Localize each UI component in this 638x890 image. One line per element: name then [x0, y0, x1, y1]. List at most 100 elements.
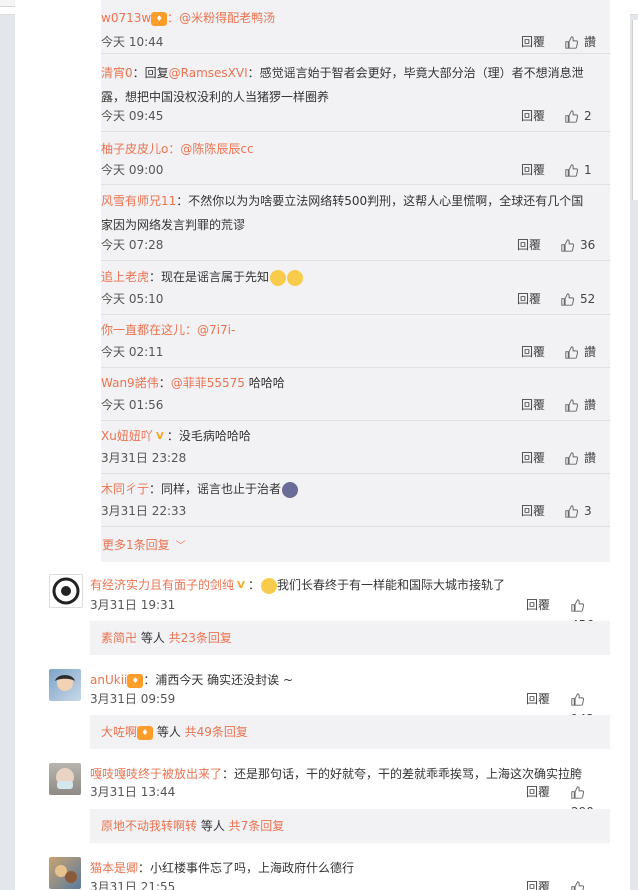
reply-meta: 今天 10:44 回覆 讚 — [101, 32, 611, 52]
summary-mid: 等人 — [137, 631, 169, 645]
divider — [101, 526, 610, 527]
reply-content: ：现在是谣言属于先知 — [149, 270, 270, 284]
reply-text: 柚子皮皮儿o：@陈陈辰辰cc — [101, 137, 611, 161]
like-button[interactable]: 讚 — [565, 395, 596, 415]
reply-button[interactable]: 回覆 — [526, 689, 550, 709]
reply-content: ：@米粉得配老鸭汤 — [167, 11, 276, 25]
more-replies-link[interactable]: 更多1条回复 ﹀ — [102, 535, 186, 557]
reply-content: ：@陈陈辰辰cc — [168, 142, 254, 156]
thumb-up-icon — [571, 786, 584, 799]
like-button[interactable]: 3 — [565, 501, 592, 521]
reply-button[interactable]: 回覆 — [517, 235, 541, 255]
reply-button[interactable]: 回覆 — [521, 106, 545, 126]
avatar-image — [55, 675, 75, 691]
like-count: 36 — [580, 238, 596, 252]
summary-count[interactable]: 共7条回复 — [229, 819, 285, 833]
reply-button[interactable]: 回覆 — [521, 501, 545, 521]
avatar[interactable] — [49, 763, 81, 795]
reply-meta: 今天 07:28 回覆 36 — [101, 235, 611, 255]
reply-summary[interactable]: 大咗啊 ♦ 等人 共49条回复 — [90, 715, 610, 749]
reply-item: 风雪有师兄11：不然你以为为啥要立法网络转500判刑，这帮人心里慌啊，全球还有几… — [101, 189, 611, 252]
avatar[interactable] — [49, 574, 83, 608]
comment-card: w0713w ♦ ：@米粉得配老鸭汤 今天 10:44 回覆 讚 清宵0：回复@Ra… — [15, 0, 630, 890]
reply-content: ：没毛病哈哈哈 — [166, 429, 251, 443]
reply-button[interactable]: 回覆 — [526, 595, 550, 615]
summary-mid: 等人 — [153, 725, 185, 739]
reply-text: 追上老虎：现在是谣言属于先知 — [101, 265, 611, 289]
reply-button[interactable]: 回覆 — [526, 877, 550, 890]
reply-username[interactable]: 木同ㄔ亍 — [101, 482, 149, 496]
like-button[interactable]: 1 — [565, 160, 592, 180]
reply-text: 你一直都在这儿：@7i7i- — [101, 318, 611, 342]
reply-meta: 今天 09:45 回覆 2 — [101, 106, 611, 126]
avatar[interactable] — [49, 669, 81, 701]
mention-link[interactable]: @菲菲55575 — [171, 376, 245, 390]
reply-username[interactable]: Xu妞妞吖 — [101, 429, 153, 443]
divider — [101, 53, 610, 54]
comment-meta: 3月31日 13:44 回覆 290 — [90, 782, 609, 819]
reply-item: Wan9諾伟：@菲菲55575 哈哈哈 今天 01:56 回覆 讚 — [101, 371, 611, 412]
avatar[interactable] — [49, 857, 81, 889]
summary-count[interactable]: 共23条回复 — [169, 631, 232, 645]
reply-username[interactable]: w0713w — [101, 11, 151, 25]
comment-username[interactable]: 嘎吱嘎吱终于被放出来了 — [90, 767, 222, 781]
divider — [101, 367, 610, 368]
reply-time: 3月31日 22:33 — [101, 504, 187, 518]
like-button[interactable]: 36 — [561, 235, 595, 255]
mention-link[interactable]: @RamsesXVI — [169, 66, 248, 80]
reply-time: 今天 01:56 — [101, 398, 164, 412]
reply-summary[interactable]: 素简卍 等人 共23条回复 — [90, 621, 610, 655]
reply-username[interactable]: 追上老虎 — [101, 270, 149, 284]
like-button[interactable]: 讚 — [565, 342, 596, 362]
thumb-up-icon — [565, 452, 578, 465]
reply-button[interactable]: 回覆 — [521, 32, 545, 52]
comment-meta: 3月31日 09:59 回覆 143 — [90, 689, 609, 726]
like-button[interactable]: 讚 — [565, 448, 596, 468]
reply-time: 今天 02:11 — [101, 345, 164, 359]
thumb-up-icon — [571, 693, 584, 706]
like-button[interactable]: 讚 — [565, 32, 596, 52]
divider — [101, 420, 610, 421]
avatar-image — [56, 768, 74, 789]
like-count: 讚 — [584, 345, 597, 359]
reply-username[interactable]: 风雪有师兄11 — [101, 194, 176, 208]
reply-summary-text: 大咗啊 ♦ 等人 共49条回复 — [101, 715, 248, 749]
reply-username[interactable]: Wan9諾伟 — [101, 376, 159, 390]
thumb-up-icon — [571, 881, 584, 890]
comment-username[interactable]: 猫本是卿 — [90, 861, 138, 875]
reply-button[interactable]: 回覆 — [521, 342, 545, 362]
like-button[interactable]: 250 — [571, 877, 609, 890]
thumb-up-icon — [561, 293, 574, 306]
divider — [101, 131, 610, 132]
summary-user[interactable]: 大咗啊 — [101, 725, 137, 739]
like-count: 讚 — [584, 35, 597, 49]
comment-text: anUkii ♦ ：浦西今天 确实还没封诶 ~ — [90, 669, 293, 691]
thumb-up-icon — [565, 36, 578, 49]
reply-username[interactable]: 你一直都在这儿 — [101, 323, 185, 337]
divider — [101, 260, 610, 261]
reply-button[interactable]: 回覆 — [521, 395, 545, 415]
reply-summary[interactable]: 原地不动我转啊转 等人 共7条回复 — [90, 809, 610, 843]
reply-time: 3月31日 23:28 — [101, 451, 187, 465]
like-count: 2 — [584, 109, 592, 123]
reply-username[interactable]: 清宵0 — [101, 66, 133, 80]
thumb-up-icon — [565, 346, 578, 359]
like-button[interactable]: 2 — [565, 106, 592, 126]
reply-button[interactable]: 回覆 — [521, 160, 545, 180]
comment-time: 3月31日 21:55 — [90, 880, 176, 890]
divider — [101, 314, 610, 315]
comment-username[interactable]: anUkii — [90, 673, 127, 687]
like-button[interactable]: 52 — [561, 289, 595, 309]
summary-mid: 等人 — [197, 819, 229, 833]
reply-button[interactable]: 回覆 — [526, 782, 550, 802]
summary-user[interactable]: 素简卍 — [101, 631, 137, 645]
reply-text: Wan9諾伟：@菲菲55575 哈哈哈 — [101, 371, 611, 395]
reply-button[interactable]: 回覆 — [517, 289, 541, 309]
reply-username[interactable]: 柚子皮皮儿o — [101, 142, 168, 156]
summary-user[interactable]: 原地不动我转啊转 — [101, 819, 197, 833]
reply-summary-text: 原地不动我转啊转 等人 共7条回复 — [101, 809, 284, 843]
comment-username[interactable]: 有经济实力且有面子的剑纯 — [90, 578, 234, 592]
reply-button[interactable]: 回覆 — [521, 448, 545, 468]
comment-content: ：小红楼事件忘了吗，上海政府什么德行 — [138, 861, 355, 875]
summary-count[interactable]: 共49条回复 — [185, 725, 248, 739]
